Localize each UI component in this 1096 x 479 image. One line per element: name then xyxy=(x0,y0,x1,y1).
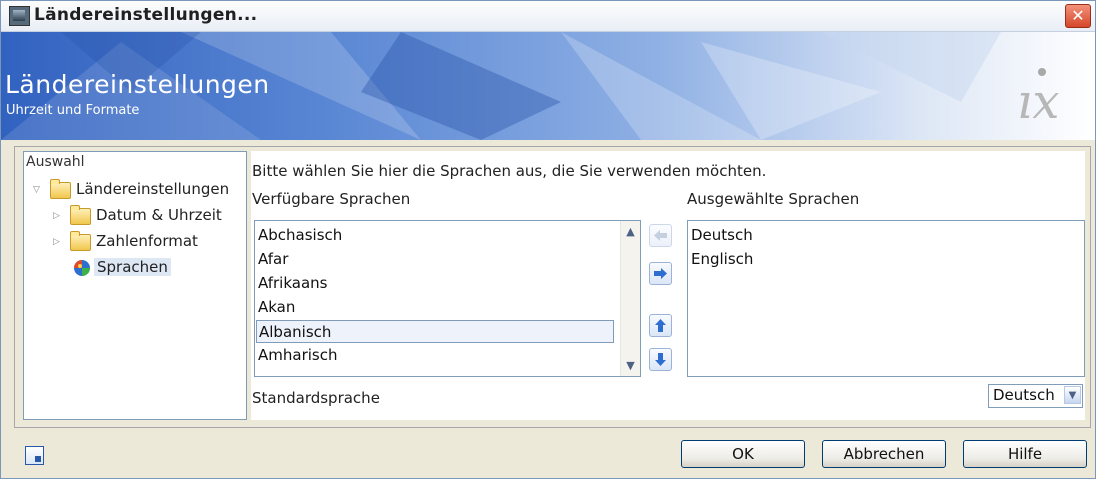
dialog-window: Ländereinstellungen... ✕ Ländereinstellu… xyxy=(0,0,1096,479)
list-item[interactable]: Akan xyxy=(256,296,616,319)
arrow-down-icon xyxy=(655,353,666,366)
chevron-down-icon[interactable]: ▼ xyxy=(1064,386,1081,404)
remove-language-button[interactable] xyxy=(649,224,672,247)
title-bar[interactable]: Ländereinstellungen... ✕ xyxy=(1,1,1095,32)
navigation-tree: Auswahl ▽ Ländereinstellungen ▷ Datum & … xyxy=(23,151,247,420)
folder-icon xyxy=(70,231,91,251)
tree-node-laendereinstellungen[interactable]: ▽ Ländereinstellungen xyxy=(30,179,244,202)
vertical-scrollbar[interactable]: ▲ ▼ xyxy=(620,221,640,376)
language-settings-panel: Bitte wählen Sie hier die Sprachen aus, … xyxy=(251,151,1085,420)
folder-icon xyxy=(50,179,71,199)
close-button[interactable]: ✕ xyxy=(1065,4,1091,28)
tree-node-sprachen[interactable]: Sprachen xyxy=(70,258,244,280)
available-languages-label: Verfügbare Sprachen xyxy=(252,190,411,208)
ix-logo: ıx xyxy=(1017,74,1060,130)
tree-header: Auswahl xyxy=(26,154,85,170)
list-item[interactable]: Deutsch xyxy=(689,224,1071,247)
default-language-select[interactable]: Deutsch ▼ xyxy=(988,384,1083,408)
tree-node-label: Sprachen xyxy=(94,258,171,276)
arrow-right-icon xyxy=(654,268,667,279)
cancel-button[interactable]: Abbrechen xyxy=(822,440,946,468)
list-item-selected[interactable]: Albanisch xyxy=(256,320,614,343)
expand-icon[interactable]: ▷ xyxy=(53,237,60,247)
arrow-up-icon xyxy=(655,319,666,332)
available-languages-list[interactable]: Abchasisch Afar Afrikaans Akan Albanisch… xyxy=(254,220,641,377)
list-item[interactable]: Afar xyxy=(256,248,616,271)
tree-node-zahlenformat[interactable]: ▷ Zahlenformat xyxy=(50,231,244,254)
tree-node-label: Datum & Uhrzeit xyxy=(96,206,222,224)
list-item[interactable]: Afrikaans xyxy=(256,272,616,295)
collapse-icon[interactable]: ▽ xyxy=(33,185,40,195)
selected-languages-list[interactable]: Deutsch Englisch xyxy=(687,220,1085,377)
language-icon xyxy=(74,260,90,276)
ok-button[interactable]: OK xyxy=(681,440,805,468)
default-language-label: Standardsprache xyxy=(252,389,380,407)
list-item[interactable]: Abchasisch xyxy=(256,224,616,247)
scroll-up-icon[interactable]: ▲ xyxy=(622,223,639,240)
folder-icon xyxy=(70,205,91,225)
help-button[interactable]: Hilfe xyxy=(963,440,1087,468)
app-icon xyxy=(9,6,30,26)
tree-node-label: Ländereinstellungen xyxy=(76,180,230,198)
default-language-value: Deutsch xyxy=(993,386,1055,404)
expand-icon[interactable]: ▷ xyxy=(53,211,60,221)
tree-node-datum-uhrzeit[interactable]: ▷ Datum & Uhrzeit xyxy=(50,205,244,228)
tree-node-label: Zahlenformat xyxy=(96,232,198,250)
move-up-button[interactable] xyxy=(649,314,672,337)
selected-languages-label: Ausgewählte Sprachen xyxy=(687,190,860,208)
arrow-left-icon xyxy=(654,230,667,241)
instruction-text: Bitte wählen Sie hier die Sprachen aus, … xyxy=(252,162,767,180)
banner-title: Ländereinstellungen xyxy=(5,70,270,99)
move-down-button[interactable] xyxy=(649,348,672,371)
list-item[interactable]: Englisch xyxy=(689,248,1071,271)
window-title: Ländereinstellungen... xyxy=(34,5,258,25)
window-restore-icon[interactable] xyxy=(25,446,44,465)
add-language-button[interactable] xyxy=(649,262,672,285)
main-content: Auswahl ▽ Ländereinstellungen ▷ Datum & … xyxy=(14,146,1091,428)
scroll-down-icon[interactable]: ▼ xyxy=(622,357,639,374)
header-banner: Ländereinstellungen Uhrzeit und Formate … xyxy=(1,32,1095,140)
banner-subtitle: Uhrzeit und Formate xyxy=(6,103,140,118)
list-item[interactable]: Amharisch xyxy=(256,344,616,367)
